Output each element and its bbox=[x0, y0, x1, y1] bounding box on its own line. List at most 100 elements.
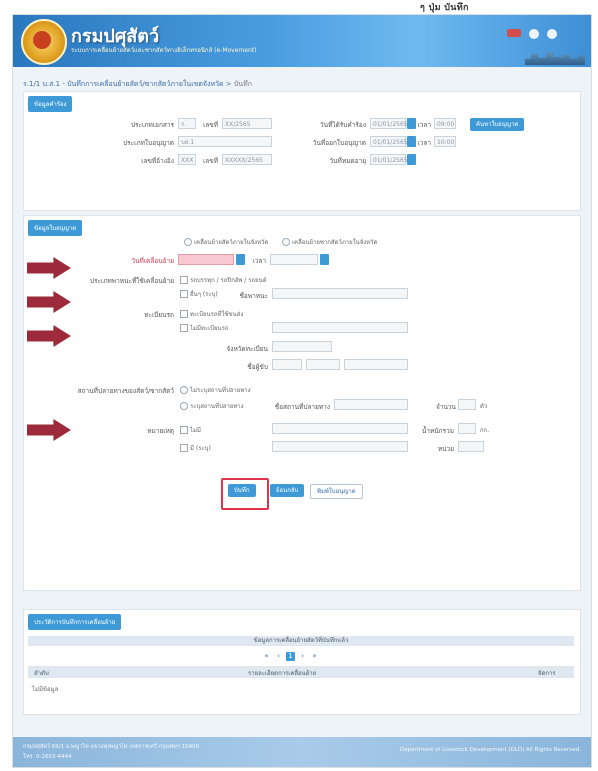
table-title: ข้อมูลการเคลื่อนย้ายสัตว์ที่บันทึกแล้ว bbox=[28, 636, 574, 646]
col-manage-header: จัดการ bbox=[538, 670, 556, 677]
vehicle-opt2-label: อื่นๆ (ระบุ) bbox=[190, 291, 218, 298]
move-time-field[interactable] bbox=[270, 254, 318, 265]
doc-type-label: ประเภทเอกสาร bbox=[130, 121, 174, 129]
history-panel: ประวัติการบันทึกการเคลื่อนย้าย ข้อมูลการ… bbox=[23, 609, 581, 715]
search-permit-button[interactable]: ค้นหาใบอนุญาต bbox=[470, 118, 525, 131]
vehicle-type-label: ประเภทพาหนะที่ใช้เคลื่อนย้าย bbox=[89, 277, 174, 285]
license-opt1-checkbox[interactable] bbox=[180, 310, 188, 318]
ref-no-sep-label: เลขที่ bbox=[203, 157, 218, 165]
calendar-icon[interactable] bbox=[407, 136, 416, 147]
dest-opt2-label: ระบุสถานที่ปลายทาง bbox=[190, 403, 244, 410]
driver-field-b[interactable] bbox=[306, 359, 340, 370]
page-next[interactable]: › bbox=[298, 652, 307, 661]
unit-label: หน่วย bbox=[437, 445, 454, 453]
screenshot-frame: กรมปศุสัตว์ ระบบการเคลื่อนย้ายสัตว์และซา… bbox=[12, 14, 592, 768]
tab-history[interactable]: ประวัติการบันทึกการเคลื่อนย้าย bbox=[28, 614, 122, 630]
table-header: ลำดับ รายละเอียดการเคลื่อนย้าย จัดการ bbox=[28, 666, 574, 678]
site-footer: กรมปศุสัตว์ 69/1 ถ.พญาไท แขวงทุ่งพญาไท เ… bbox=[13, 737, 591, 767]
other-field-a[interactable] bbox=[272, 423, 408, 434]
cropped-top-caption: ๆ ปุ่ม บันทึก bbox=[420, 3, 469, 13]
dld-logo-icon bbox=[21, 19, 67, 65]
doc-no-label: เลขที่ bbox=[203, 121, 218, 129]
brand-subtitle: ระบบการเคลื่อนย้ายสัตว์และซากสัตว์ทางอิเ… bbox=[71, 47, 257, 54]
footer-phone: โทร. 0-2653-4444 bbox=[23, 754, 72, 760]
breadcrumb-path[interactable]: ร.1/1 บ.ส.1 - บันทึกการเคลื่อนย้ายสัตว์/… bbox=[23, 80, 224, 88]
move-date-label: วันที่เคลื่อนย้าย bbox=[131, 257, 174, 265]
page-prev[interactable]: ‹ bbox=[274, 652, 283, 661]
other-field-b[interactable] bbox=[272, 441, 408, 452]
radio-carcass[interactable] bbox=[282, 238, 290, 246]
save-button[interactable]: บันทึก bbox=[228, 484, 256, 497]
driver-field-a[interactable] bbox=[272, 359, 302, 370]
dest-opt2-radio[interactable] bbox=[180, 402, 188, 410]
back-button[interactable]: ย้อนกลับ bbox=[270, 484, 305, 497]
vehicle-other-label: ชื่อพาหนะ bbox=[239, 292, 268, 300]
calendar-icon[interactable] bbox=[236, 254, 245, 265]
footer-copyright: Department of Livestock Development (DLD… bbox=[399, 747, 581, 753]
license-opt2-checkbox[interactable] bbox=[180, 324, 188, 332]
request-panel: ข้อมูลคำร้อง ประเภทเอกสาร ร. เลขที่ XX/2… bbox=[23, 91, 581, 211]
date-from-field[interactable]: 01/01/2565 bbox=[370, 118, 408, 129]
amount-field[interactable] bbox=[458, 399, 476, 410]
time-req-label: เวลา bbox=[417, 139, 431, 147]
vehicle-other-field[interactable] bbox=[272, 288, 408, 299]
page-current[interactable]: 1 bbox=[286, 652, 295, 661]
date-req-field[interactable]: 01/01/2565 bbox=[370, 136, 408, 147]
skyline-decoration bbox=[525, 52, 585, 65]
site-header: กรมปศุสัตว์ ระบบการเคลื่อนย้ายสัตว์และซา… bbox=[13, 15, 591, 67]
other-opt2-checkbox[interactable] bbox=[180, 444, 188, 452]
permit-type-field[interactable]: บส.1 bbox=[178, 136, 272, 147]
ref-no-field-b[interactable]: XXXXX/2565 bbox=[222, 154, 272, 165]
dest-detail-select[interactable] bbox=[334, 399, 408, 410]
radio-animal-label: เคลื่อนย้ายสัตว์ภายในจังหวัด bbox=[194, 239, 269, 246]
col-detail-header: รายละเอียดการเคลื่อนย้าย bbox=[248, 670, 317, 677]
dest-opt1-label: ไม่ระบุสถานที่ปลายทาง bbox=[190, 387, 251, 394]
other-label: หมายเหตุ bbox=[147, 427, 174, 435]
province-label: จังหวัดทะเบียน bbox=[226, 345, 268, 353]
tab-permit-info[interactable]: ข้อมูลใบอนุญาต bbox=[28, 220, 83, 236]
vehicle-opt2-checkbox[interactable] bbox=[180, 290, 188, 298]
amount-unit: ตัว bbox=[480, 403, 488, 410]
move-date-field[interactable] bbox=[178, 254, 234, 265]
time-from-field[interactable]: 09:00 bbox=[434, 118, 456, 129]
driver-label: ชื่อผู้ขับ bbox=[247, 363, 268, 371]
tab-request-info[interactable]: ข้อมูลคำร้อง bbox=[28, 96, 73, 112]
menu-icon[interactable] bbox=[547, 29, 557, 39]
doc-no-field[interactable]: XX/2565 bbox=[222, 118, 272, 129]
doc-type-field[interactable]: ร. bbox=[178, 118, 196, 129]
print-permit-button[interactable]: พิมพ์ใบอนุญาต bbox=[310, 484, 363, 499]
unit-select[interactable] bbox=[458, 441, 484, 452]
page-first[interactable]: « bbox=[262, 652, 271, 661]
breadcrumb-current: บันทึก bbox=[233, 80, 252, 88]
radio-animal[interactable] bbox=[184, 238, 192, 246]
header-icon-group bbox=[507, 29, 557, 39]
clock-icon[interactable] bbox=[320, 254, 329, 265]
weight-field[interactable] bbox=[458, 423, 476, 434]
page-last[interactable]: » bbox=[310, 652, 319, 661]
date-exp-label: วันที่หมดอายุ bbox=[329, 157, 366, 165]
calendar-icon[interactable] bbox=[407, 154, 416, 165]
time-from-label: เวลา bbox=[417, 121, 431, 129]
time-req-field[interactable]: 10:00 bbox=[434, 136, 456, 147]
ref-no-label: เลขที่อ้างอิง bbox=[141, 157, 174, 165]
col-no-header: ลำดับ bbox=[34, 670, 49, 677]
other-opt2-label: มี (ระบุ) bbox=[190, 445, 211, 452]
footer-address: กรมปศุสัตว์ 69/1 ถ.พญาไท แขวงทุ่งพญาไท เ… bbox=[23, 744, 200, 750]
notification-icon[interactable] bbox=[507, 29, 521, 37]
date-exp-field[interactable]: 01/01/2565 bbox=[370, 154, 408, 165]
license-opt1-label: ทะเบียนรถที่ใช้ขนส่ง bbox=[190, 311, 244, 318]
move-time-label: เวลา bbox=[252, 257, 266, 265]
dest-opt1-radio[interactable] bbox=[180, 386, 188, 394]
calendar-icon[interactable] bbox=[407, 118, 416, 129]
license-field[interactable] bbox=[272, 322, 408, 333]
other-opt1-checkbox[interactable] bbox=[180, 426, 188, 434]
driver-select[interactable] bbox=[344, 359, 408, 370]
user-icon[interactable] bbox=[529, 29, 539, 39]
vehicle-opt1-checkbox[interactable] bbox=[180, 276, 188, 284]
province-select[interactable] bbox=[272, 341, 332, 352]
other-opt1-label: ไม่มี bbox=[190, 427, 201, 434]
ref-no-field-a[interactable]: XXX bbox=[178, 154, 196, 165]
license-opt2-label: ไม่มีทะเบียนรถ bbox=[190, 325, 229, 332]
amount-label: จำนวน bbox=[436, 403, 456, 411]
dest-detail-label: ชื่อสถานที่ปลายทาง bbox=[274, 403, 330, 411]
